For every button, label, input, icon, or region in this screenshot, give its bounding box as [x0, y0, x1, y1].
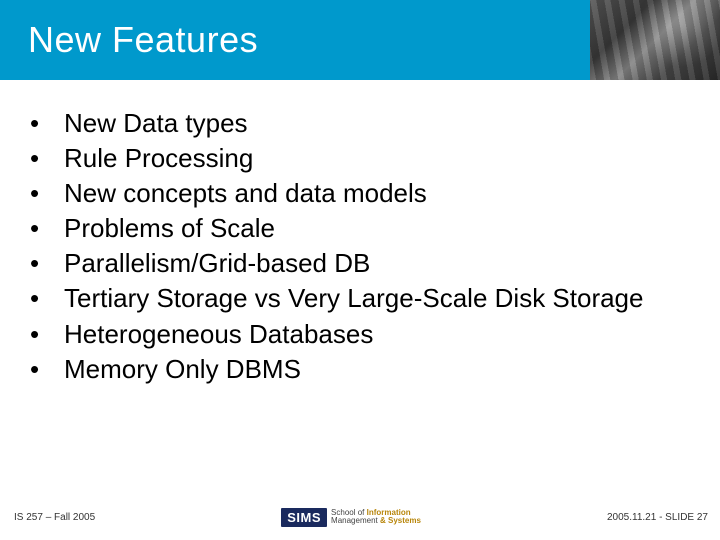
- bullet-dot: •: [30, 281, 64, 316]
- slide: New Features •New Data types •Rule Proce…: [0, 0, 720, 540]
- header-bar: New Features: [0, 0, 720, 80]
- slide-title: New Features: [0, 19, 258, 61]
- header-decorative-image: [590, 0, 720, 80]
- footer-right-text: 2005.11.21 - SLIDE 27: [607, 512, 708, 523]
- footer-left-text: IS 257 – Fall 2005: [14, 512, 95, 523]
- bullet-text: Problems of Scale: [64, 211, 690, 246]
- bullet-text: New Data types: [64, 106, 690, 141]
- bullet-text: New concepts and data models: [64, 176, 690, 211]
- sims-sub-line2b: Management: [331, 516, 378, 525]
- footer-logo: SIMS School of Information Management & …: [281, 508, 421, 527]
- bullet-text: Tertiary Storage vs Very Large-Scale Dis…: [64, 281, 690, 316]
- list-item: •Parallelism/Grid-based DB: [30, 246, 690, 281]
- bullet-dot: •: [30, 141, 64, 176]
- bullet-dot: •: [30, 352, 64, 387]
- bullet-list: •New Data types •Rule Processing •New co…: [30, 106, 690, 387]
- bullet-text: Memory Only DBMS: [64, 352, 690, 387]
- sims-sub-line2c: & Systems: [380, 516, 421, 525]
- bullet-dot: •: [30, 246, 64, 281]
- content-area: •New Data types •Rule Processing •New co…: [0, 80, 720, 504]
- bullet-dot: •: [30, 317, 64, 352]
- footer: IS 257 – Fall 2005 SIMS School of Inform…: [0, 504, 720, 540]
- bullet-text: Rule Processing: [64, 141, 690, 176]
- list-item: •Problems of Scale: [30, 211, 690, 246]
- bullet-dot: •: [30, 176, 64, 211]
- list-item: •Memory Only DBMS: [30, 352, 690, 387]
- list-item: •New concepts and data models: [30, 176, 690, 211]
- bullet-dot: •: [30, 106, 64, 141]
- sims-logo-badge: SIMS: [281, 508, 327, 527]
- bullet-text: Heterogeneous Databases: [64, 317, 690, 352]
- list-item: •Heterogeneous Databases: [30, 317, 690, 352]
- list-item: •Tertiary Storage vs Very Large-Scale Di…: [30, 281, 690, 316]
- list-item: •New Data types: [30, 106, 690, 141]
- list-item: •Rule Processing: [30, 141, 690, 176]
- bullet-dot: •: [30, 211, 64, 246]
- sims-logo-subtext: School of Information Management & Syste…: [331, 509, 421, 526]
- bullet-text: Parallelism/Grid-based DB: [64, 246, 690, 281]
